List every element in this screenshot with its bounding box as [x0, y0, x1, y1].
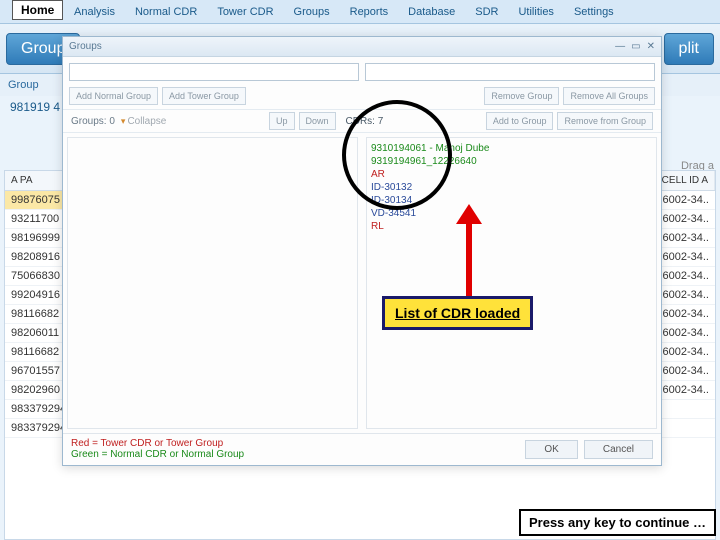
menu-normal-cdr[interactable]: Normal CDR	[125, 3, 207, 21]
cdr-list-item[interactable]: ID-30132	[371, 181, 652, 194]
legend-red: Red = Tower CDR or Tower Group	[71, 438, 244, 449]
add-normal-group-button[interactable]: Add Normal Group	[69, 87, 158, 105]
groups-pane[interactable]	[67, 137, 358, 429]
collapse-icon[interactable]: ▾	[121, 116, 126, 127]
ribbon-split-button[interactable]: plit	[664, 33, 714, 65]
cdr-list-item[interactable]: RL	[371, 220, 652, 233]
remove-group-button[interactable]: Remove Group	[484, 87, 559, 105]
menu-reports[interactable]: Reports	[340, 3, 399, 21]
cdr-list-item[interactable]: 9319194961_12226640	[371, 155, 652, 168]
menu-sdr[interactable]: SDR	[465, 3, 508, 21]
annotation-label: List of CDR loaded	[382, 296, 533, 330]
dialog-body: 9310194061 - Manoj Dube9319194961_122266…	[63, 133, 661, 433]
cdrs-pane[interactable]: 9310194061 - Manoj Dube9319194961_122266…	[366, 137, 657, 429]
menu-bar: Analysis Normal CDR Tower CDR Groups Rep…	[0, 0, 720, 24]
close-icon[interactable]: ✕	[647, 41, 655, 52]
menu-groups[interactable]: Groups	[284, 3, 340, 21]
home-box: Home	[12, 0, 63, 20]
remove-from-group-button[interactable]: Remove from Group	[557, 112, 653, 130]
menu-utilities[interactable]: Utilities	[508, 3, 563, 21]
groups-count: Groups: 0	[71, 116, 115, 127]
dialog-count-row: Groups: 0 ▾ Collapse Up Down CDRs: 7 Add…	[63, 109, 661, 133]
legend-green: Green = Normal CDR or Normal Group	[71, 449, 244, 460]
add-to-group-button[interactable]: Add to Group	[486, 112, 554, 130]
groups-dialog: Groups — ▭ ✕ Add Normal Group Add Tower …	[62, 36, 662, 466]
cdr-list-item[interactable]: VD-34541	[371, 207, 652, 220]
cdrs-count: CDRs: 7	[346, 116, 384, 127]
group-name-input[interactable]	[69, 63, 359, 81]
dialog-button-row: Add Normal Group Add Tower Group Remove …	[63, 87, 661, 109]
add-tower-group-button[interactable]: Add Tower Group	[162, 87, 246, 105]
minimize-icon[interactable]: —	[615, 41, 625, 52]
menu-tower-cdr[interactable]: Tower CDR	[207, 3, 283, 21]
cancel-button[interactable]: Cancel	[584, 440, 653, 459]
dialog-inputs	[63, 57, 661, 87]
press-key-prompt: Press any key to continue …	[519, 509, 716, 536]
cdr-list-item[interactable]: ID-30134	[371, 194, 652, 207]
maximize-icon[interactable]: ▭	[631, 41, 640, 52]
annotation-arrow-head	[456, 204, 482, 224]
cdr-filter-input[interactable]	[365, 63, 655, 81]
menu-analysis[interactable]: Analysis	[64, 3, 125, 21]
cdr-list-item[interactable]: 9310194061 - Manoj Dube	[371, 142, 652, 155]
dialog-title: Groups	[69, 41, 102, 52]
annotation-arrow-line	[466, 215, 472, 297]
cdr-list-item[interactable]: AR	[371, 168, 652, 181]
dialog-footer: Red = Tower CDR or Tower Group Green = N…	[63, 433, 661, 464]
ok-button[interactable]: OK	[525, 440, 577, 459]
menu-settings[interactable]: Settings	[564, 3, 624, 21]
collapse-label[interactable]: Collapse	[127, 116, 166, 127]
up-button[interactable]: Up	[269, 112, 295, 130]
sub-tab-group[interactable]: Group	[8, 79, 39, 91]
menu-database[interactable]: Database	[398, 3, 465, 21]
remove-all-groups-button[interactable]: Remove All Groups	[563, 87, 655, 105]
dialog-titlebar: Groups — ▭ ✕	[63, 37, 661, 57]
down-button[interactable]: Down	[299, 112, 336, 130]
